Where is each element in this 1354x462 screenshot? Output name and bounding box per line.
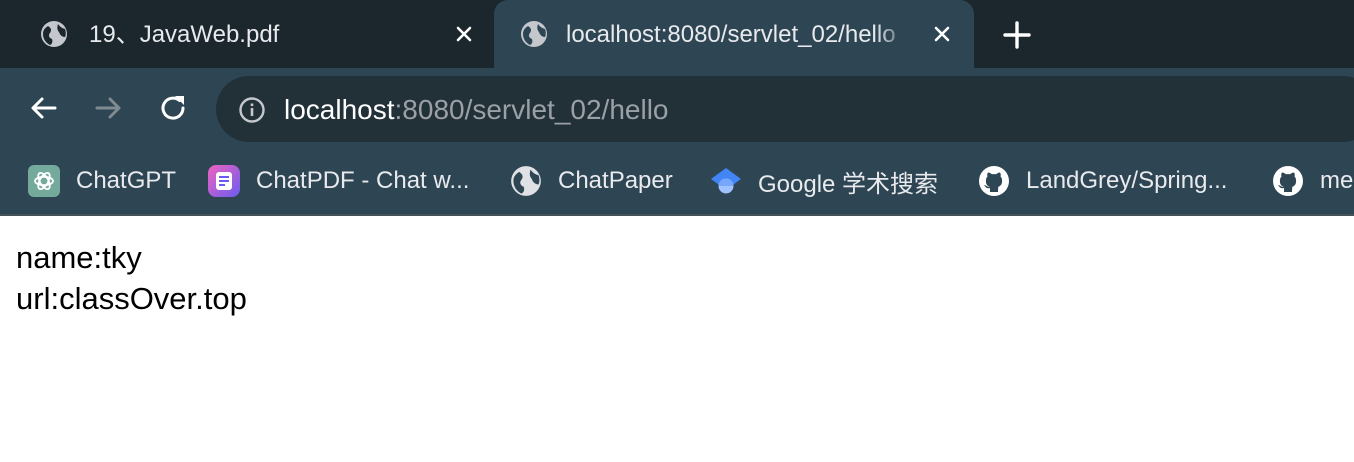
tab-title: localhost:8080/servlet_02/hello bbox=[566, 21, 896, 48]
bookmark-label: Google 学术搜索 bbox=[758, 170, 939, 198]
close-icon[interactable] bbox=[930, 22, 954, 46]
url-host: localhost bbox=[284, 94, 395, 125]
new-tab-plus-icon[interactable] bbox=[1000, 18, 1034, 52]
url-text: localhost:8080/servlet_02/hello bbox=[284, 93, 669, 127]
output-line-name: name:tky bbox=[16, 240, 142, 275]
bookmark-chatgpt[interactable]: ChatGPT bbox=[28, 164, 176, 198]
bookmarks-bar: ChatGPT ChatPDF - Chat w... ChatPaper Go… bbox=[0, 148, 1354, 216]
bookmark-chatpdf[interactable]: ChatPDF - Chat w... bbox=[208, 164, 469, 198]
tab-strip: 19、JavaWeb.pdf localhost:8080/servlet_02… bbox=[0, 0, 1354, 68]
globe-icon bbox=[511, 166, 541, 196]
close-icon[interactable] bbox=[452, 22, 476, 46]
bookmark-label: LandGrey/Spring... bbox=[1026, 167, 1228, 194]
bookmark-label: me bbox=[1320, 167, 1354, 194]
browser-window: 19、JavaWeb.pdf localhost:8080/servlet_02… bbox=[0, 0, 1354, 462]
url-path: :8080/servlet_02/hello bbox=[394, 94, 669, 125]
bookmark-google-scholar[interactable]: Google 学术搜索 bbox=[710, 164, 938, 198]
google-scholar-icon bbox=[711, 168, 741, 194]
output-line-url: url:classOver.top bbox=[16, 281, 247, 316]
bookmark-label: ChatPaper bbox=[558, 167, 673, 194]
tab-title: 19、JavaWeb.pdf bbox=[89, 21, 280, 48]
bookmark-label: ChatPDF - Chat w... bbox=[256, 167, 470, 194]
github-icon bbox=[1273, 166, 1303, 196]
page-content: name:tky url:classOver.top bbox=[0, 216, 1354, 462]
github-icon bbox=[979, 166, 1009, 196]
bookmark-me[interactable]: me bbox=[1272, 164, 1353, 198]
globe-icon bbox=[41, 21, 67, 47]
bookmark-landgrey-spring[interactable]: LandGrey/Spring... bbox=[978, 164, 1227, 198]
toolbar: localhost:8080/servlet_02/hello bbox=[0, 68, 1354, 148]
reload-icon[interactable] bbox=[157, 92, 189, 124]
chatgpt-icon bbox=[28, 165, 60, 197]
back-arrow-icon[interactable] bbox=[28, 92, 60, 124]
info-icon[interactable] bbox=[238, 96, 266, 124]
forward-arrow-icon[interactable] bbox=[92, 92, 124, 124]
chatpdf-icon bbox=[208, 165, 240, 197]
bookmark-label: ChatGPT bbox=[76, 167, 177, 194]
address-bar[interactable]: localhost:8080/servlet_02/hello bbox=[216, 76, 1354, 142]
globe-icon bbox=[521, 21, 547, 47]
tab-javaweb-pdf[interactable]: 19、JavaWeb.pdf bbox=[0, 0, 492, 68]
bookmark-chatpaper[interactable]: ChatPaper bbox=[510, 164, 673, 198]
tab-localhost-hello[interactable]: localhost:8080/servlet_02/hello bbox=[494, 0, 974, 68]
